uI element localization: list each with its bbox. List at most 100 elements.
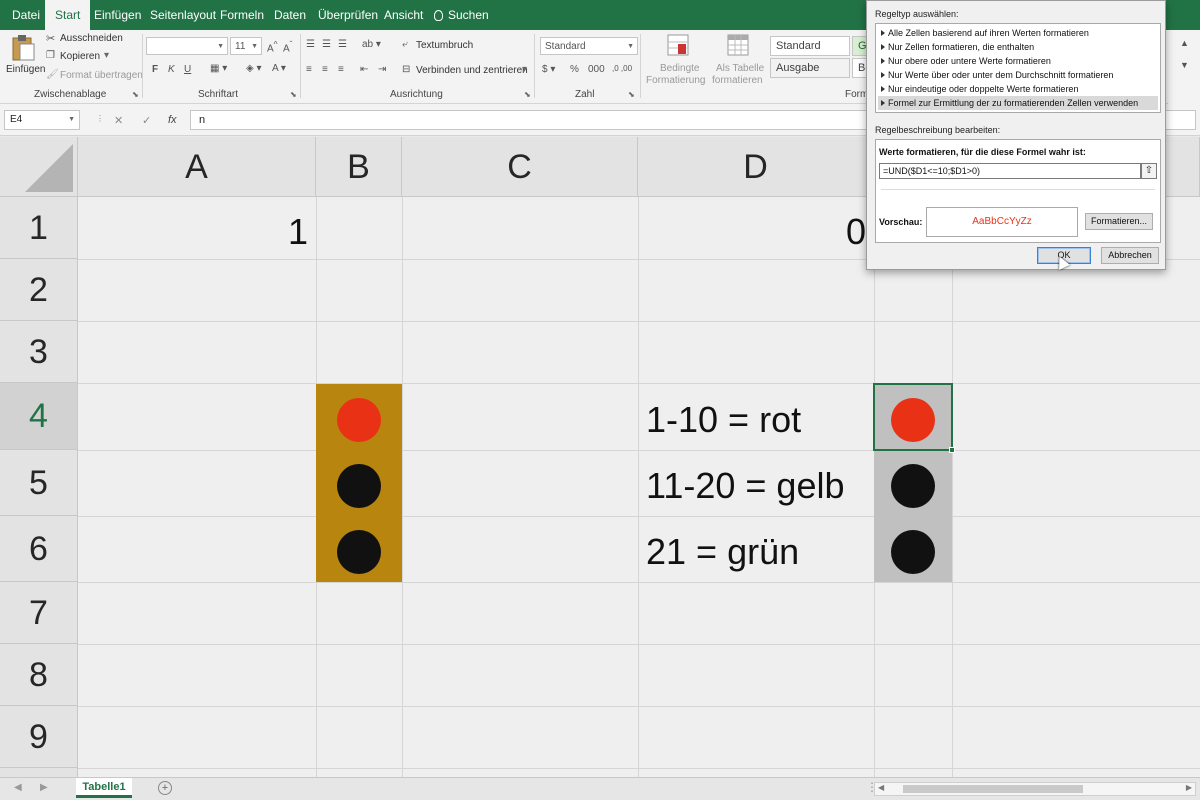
- row-header-6[interactable]: 6: [0, 516, 78, 582]
- fill-color-icon[interactable]: ◈ ▾: [246, 63, 262, 74]
- cut-button[interactable]: ✂ Ausschneiden: [46, 32, 126, 46]
- cell-d1[interactable]: 0: [846, 211, 866, 253]
- column-header-c[interactable]: C: [402, 137, 638, 197]
- rule-type-option[interactable]: Nur Werte über oder unter dem Durchschni…: [878, 68, 1158, 82]
- font-name-select[interactable]: ▼: [146, 37, 228, 55]
- row-header-3[interactable]: 3: [0, 321, 78, 383]
- sheet-tab-tabelle1[interactable]: Tabelle1: [76, 778, 132, 798]
- row-header-2[interactable]: 2: [0, 259, 78, 321]
- rule-formula-input[interactable]: =UND($D1<=10;$D1>0): [879, 163, 1141, 179]
- tab-daten[interactable]: Daten: [274, 0, 306, 30]
- align-bottom-icon[interactable]: ☰: [338, 39, 347, 50]
- chevron-down-icon[interactable]: ▾: [522, 64, 527, 75]
- scroll-thumb[interactable]: [903, 785, 1083, 793]
- fill-handle[interactable]: [949, 447, 955, 453]
- check-icon[interactable]: ✓: [142, 114, 151, 127]
- cell-style-ausgabe[interactable]: Ausgabe: [770, 58, 850, 78]
- tab-einfuegen[interactable]: Einfügen: [94, 0, 141, 30]
- grow-font-icon[interactable]: A^: [267, 39, 278, 54]
- format-as-table-button[interactable]: Als Tabelle formatieren: [712, 33, 766, 87]
- cell-d4[interactable]: 1-10 = rot: [646, 399, 801, 441]
- chevron-down-icon[interactable]: ▼: [1180, 60, 1189, 70]
- align-top-icon[interactable]: ☰: [306, 39, 315, 50]
- decimal-icon[interactable]: ,0 ,00: [612, 64, 632, 73]
- orientation-icon[interactable]: ab ▾: [362, 39, 381, 50]
- select-all-button[interactable]: [0, 137, 78, 197]
- chevron-up-icon[interactable]: ▲: [1180, 38, 1189, 48]
- format-painter-button[interactable]: 🖌 Format übertragen: [46, 69, 143, 83]
- tab-ansicht[interactable]: Ansicht: [384, 0, 423, 30]
- tab-ueberpruefen[interactable]: Überprüfen: [318, 0, 378, 30]
- active-cell-e4[interactable]: [873, 383, 955, 453]
- wrap-text-label[interactable]: Textumbruch: [416, 40, 473, 51]
- horizontal-scrollbar[interactable]: ◀ ▶: [874, 782, 1196, 796]
- align-right-icon[interactable]: ≡: [338, 64, 344, 75]
- percent-icon[interactable]: %: [570, 64, 579, 75]
- traffic-light-b[interactable]: [316, 384, 402, 582]
- tell-me-search[interactable]: Suchen: [434, 0, 489, 30]
- shrink-font-icon[interactable]: Aˇ: [283, 39, 292, 54]
- row-header-9[interactable]: 9: [0, 706, 78, 768]
- dialog-launcher-icon[interactable]: ⬊: [524, 90, 531, 99]
- dialog-launcher-icon[interactable]: ⬊: [132, 90, 139, 99]
- insert-function-icon[interactable]: fx: [168, 114, 177, 126]
- row-header-10[interactable]: [0, 768, 78, 777]
- font-size-select[interactable]: 11 ▼: [230, 37, 262, 55]
- column-header-a[interactable]: A: [78, 137, 316, 197]
- align-middle-icon[interactable]: ☰: [322, 39, 331, 50]
- scroll-left-icon[interactable]: ◀: [878, 783, 884, 792]
- cancel-icon[interactable]: ✕: [114, 114, 123, 127]
- row-header-8[interactable]: 8: [0, 644, 78, 706]
- rule-type-option[interactable]: Nur eindeutige oder doppelte Werte forma…: [878, 82, 1158, 96]
- thousands-separator-icon[interactable]: 000: [588, 64, 605, 75]
- decrease-indent-icon[interactable]: ⇤: [360, 64, 368, 75]
- currency-icon[interactable]: $ ▾: [542, 64, 555, 75]
- tab-start[interactable]: Start: [45, 0, 91, 30]
- tab-datei[interactable]: Datei: [12, 0, 40, 30]
- tab-formeln[interactable]: Formeln: [220, 0, 264, 30]
- borders-icon[interactable]: ▦ ▾: [210, 63, 227, 74]
- cell-d6[interactable]: 21 = grün: [646, 531, 799, 573]
- merge-center-label[interactable]: Verbinden und zentrieren: [416, 65, 528, 76]
- rule-type-option[interactable]: Nur obere oder untere Werte formatieren: [878, 54, 1158, 68]
- gridline: [78, 516, 1200, 517]
- scroll-right-icon[interactable]: ▶: [1186, 783, 1192, 792]
- add-sheet-icon[interactable]: +: [158, 781, 172, 795]
- conditional-formatting-button[interactable]: Bedingte Formatierung: [644, 33, 710, 87]
- copy-button[interactable]: ❐ Kopieren ▾: [46, 50, 126, 64]
- row-header-1[interactable]: 1: [0, 197, 78, 259]
- sheet-next-icon[interactable]: ▶: [40, 782, 48, 793]
- cell-d5[interactable]: 11-20 = gelb: [646, 465, 845, 507]
- cell-a1[interactable]: 1: [288, 211, 308, 253]
- rule-type-option-selected[interactable]: Formel zur Ermittlung der zu formatieren…: [878, 96, 1158, 110]
- cell-style-standard[interactable]: Standard: [770, 36, 850, 56]
- rule-type-option[interactable]: Alle Zellen basierend auf ihren Werten f…: [878, 26, 1158, 40]
- rule-type-option[interactable]: Nur Zellen formatieren, die enthalten: [878, 40, 1158, 54]
- row-header-7[interactable]: 7: [0, 582, 78, 644]
- rule-type-list[interactable]: Alle Zellen basierend auf ihren Werten f…: [875, 23, 1161, 113]
- increase-indent-icon[interactable]: ⇥: [378, 64, 386, 75]
- tab-seitenlayout[interactable]: Seitenlayout: [150, 0, 216, 30]
- bold-button[interactable]: F: [152, 64, 158, 75]
- align-left-icon[interactable]: ≡: [306, 64, 312, 75]
- paste-button[interactable]: Einfügen: [6, 34, 45, 84]
- font-color-icon[interactable]: A ▾: [272, 63, 286, 74]
- align-center-icon[interactable]: ≡: [322, 64, 328, 75]
- italic-button[interactable]: K: [168, 64, 175, 75]
- sheet-prev-icon[interactable]: ◀: [14, 782, 22, 793]
- merge-icon[interactable]: ⊟: [402, 64, 410, 75]
- format-button[interactable]: Formatieren...: [1085, 213, 1153, 230]
- dialog-launcher-icon[interactable]: ⬊: [628, 90, 635, 99]
- dialog-launcher-icon[interactable]: ⬊: [290, 90, 297, 99]
- name-box[interactable]: E4 ▼: [4, 110, 80, 130]
- cancel-button[interactable]: Abbrechen: [1101, 247, 1159, 264]
- number-format-select[interactable]: Standard ▼: [540, 37, 638, 55]
- chevron-down-icon: ▼: [627, 43, 634, 50]
- underline-button[interactable]: U: [184, 64, 191, 75]
- wrap-text-icon[interactable]: ⤶: [402, 39, 408, 50]
- column-header-d[interactable]: D: [638, 137, 874, 197]
- column-header-b[interactable]: B: [316, 137, 402, 197]
- row-header-4[interactable]: 4: [0, 383, 78, 450]
- row-header-5[interactable]: 5: [0, 450, 78, 516]
- collapse-dialog-icon[interactable]: ⇧: [1141, 163, 1157, 179]
